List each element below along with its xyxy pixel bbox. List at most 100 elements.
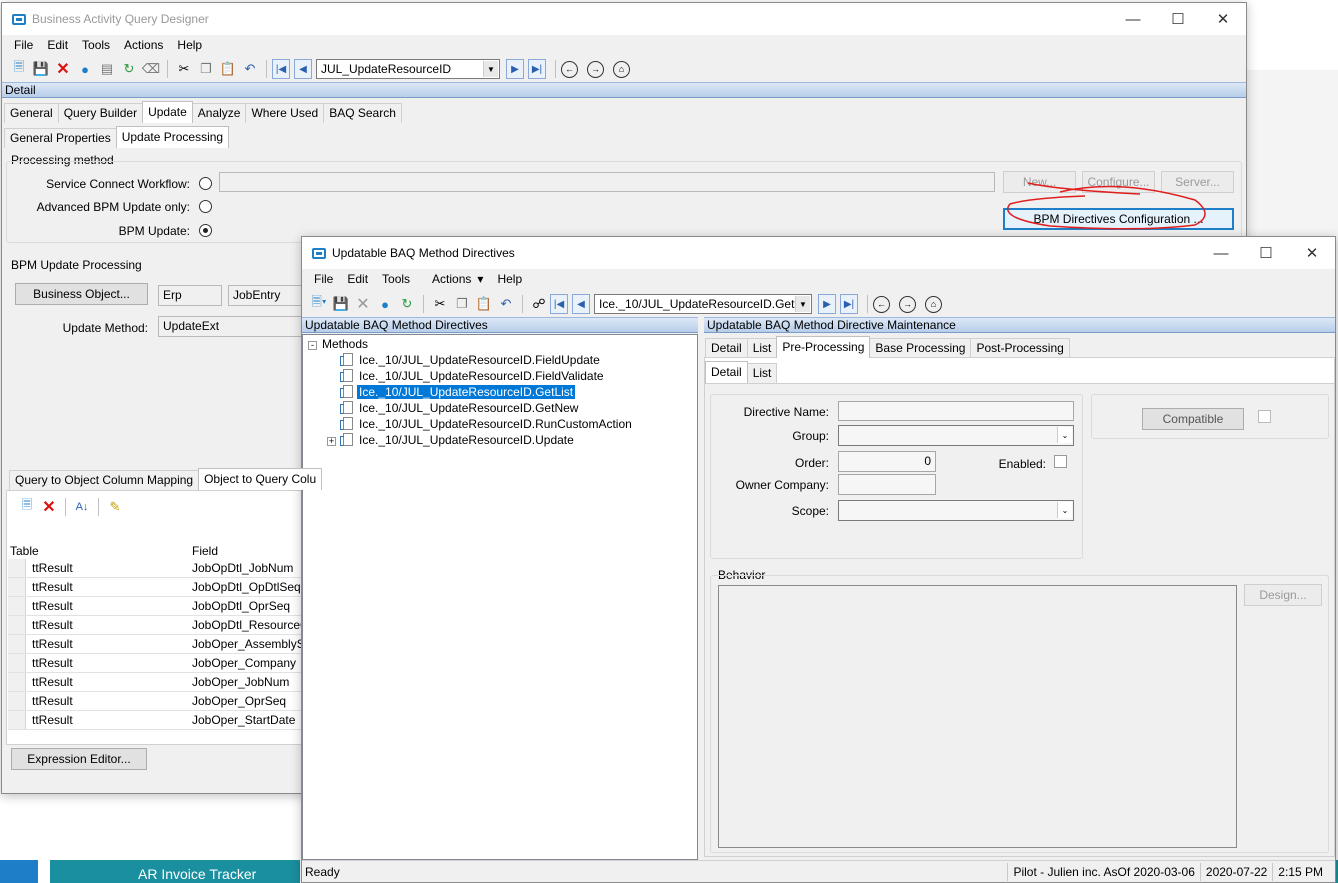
- back-icon[interactable]: ←: [873, 295, 890, 313]
- bpm-update-radio[interactable]: [199, 224, 212, 237]
- table-row[interactable]: ttResult JobOper_OprSeq: [8, 692, 308, 711]
- row-header[interactable]: [8, 692, 26, 710]
- table-row[interactable]: ttResult JobOpDtl_ResourceGr: [8, 616, 313, 635]
- chevron-down-icon[interactable]: ⌄: [1057, 427, 1072, 443]
- new-icon[interactable]: 🗏: [8, 58, 30, 80]
- taskbar-tile-ar-invoice[interactable]: AR Invoice Tracker: [50, 860, 300, 883]
- tab-query-builder[interactable]: Query Builder: [57, 103, 144, 123]
- row-header[interactable]: [8, 559, 26, 577]
- tab-analyze[interactable]: Analyze: [191, 103, 247, 123]
- scope-combo[interactable]: ⌄: [838, 500, 1074, 521]
- expand-icon[interactable]: +: [327, 437, 336, 446]
- order-field[interactable]: 0: [838, 451, 936, 472]
- compatible-checkbox[interactable]: [1258, 410, 1271, 423]
- tab-post-processing[interactable]: Post-Processing: [970, 338, 1070, 358]
- tab-query-to-object[interactable]: Query to Object Column Mapping: [9, 470, 200, 490]
- table-row[interactable]: ttResult JobOper_JobNum: [8, 673, 308, 692]
- menu-file[interactable]: File: [306, 272, 339, 286]
- last-record-icon[interactable]: ▶|: [528, 59, 546, 79]
- paste-icon[interactable]: 📋: [217, 58, 239, 80]
- maximize-icon[interactable]: ☐: [1243, 237, 1289, 269]
- tab-general-properties[interactable]: General Properties: [4, 128, 117, 148]
- directive-name-field[interactable]: [838, 401, 1074, 421]
- new-row-icon[interactable]: 🗏: [16, 496, 38, 518]
- tree-item[interactable]: Ice._10/JUL_UpdateResourceID.FieldUpdate: [340, 352, 600, 368]
- chevron-down-icon[interactable]: ▼: [483, 61, 498, 77]
- table-row[interactable]: ttResult JobOpDtl_OprSeq: [8, 597, 308, 616]
- delete-icon[interactable]: ✕: [352, 293, 374, 315]
- menu-actions[interactable]: Actions ▾: [416, 272, 489, 286]
- delete-icon[interactable]: ✕: [52, 58, 74, 80]
- tab-sub-detail[interactable]: Detail: [705, 361, 748, 383]
- minimize-icon[interactable]: —: [1198, 237, 1244, 269]
- chevron-down-icon[interactable]: ⌄: [1057, 502, 1072, 518]
- paste-icon[interactable]: 📋: [473, 293, 495, 315]
- tab-general[interactable]: General: [4, 103, 59, 123]
- row-header[interactable]: [8, 597, 26, 615]
- copy-icon[interactable]: ❐: [451, 293, 473, 315]
- forward-icon[interactable]: →: [899, 295, 916, 313]
- row-header[interactable]: [8, 711, 26, 729]
- row-header[interactable]: [8, 654, 26, 672]
- first-record-icon[interactable]: |◀: [550, 294, 568, 314]
- record-combo[interactable]: JUL_UpdateResourceID ▼: [316, 59, 500, 79]
- owner-company-field[interactable]: [838, 474, 936, 495]
- prev-record-icon[interactable]: ◀: [572, 294, 590, 314]
- design-button[interactable]: Design...: [1244, 584, 1322, 606]
- save-icon[interactable]: 💾: [330, 293, 352, 315]
- tree-item[interactable]: Ice._10/JUL_UpdateResourceID.FieldValida…: [340, 368, 604, 384]
- back-icon[interactable]: ←: [561, 60, 578, 78]
- maximize-icon[interactable]: ☐: [1155, 3, 1201, 35]
- table-row[interactable]: ttResult JobOper_StartDate: [8, 711, 308, 730]
- tab-base-processing[interactable]: Base Processing: [869, 338, 972, 358]
- menu-actions[interactable]: Actions: [116, 38, 169, 52]
- menu-edit[interactable]: Edit: [339, 272, 374, 286]
- minimize-icon[interactable]: —: [1110, 3, 1156, 35]
- cut-icon[interactable]: ✂: [429, 293, 451, 315]
- table-row[interactable]: ttResult JobOper_Company: [8, 654, 308, 673]
- tab-detail[interactable]: Detail: [705, 338, 748, 358]
- edit-grid-icon[interactable]: ✎: [104, 496, 126, 518]
- next-record-icon[interactable]: ▶: [818, 294, 836, 314]
- menu-tools[interactable]: Tools: [374, 272, 416, 286]
- enabled-checkbox[interactable]: [1054, 455, 1067, 468]
- forward-icon[interactable]: →: [587, 60, 604, 78]
- refresh-icon[interactable]: ↻: [118, 58, 140, 80]
- save-icon[interactable]: 💾: [30, 58, 52, 80]
- menu-file[interactable]: File: [6, 38, 39, 52]
- search-icon[interactable]: ☍: [528, 293, 550, 315]
- refresh-icon[interactable]: ↻: [396, 293, 418, 315]
- menu-help[interactable]: Help: [169, 38, 208, 52]
- chevron-down-icon[interactable]: ▼: [795, 296, 810, 312]
- tab-pre-processing[interactable]: Pre-Processing: [776, 336, 871, 358]
- row-header[interactable]: [8, 673, 26, 691]
- clear-icon[interactable]: ⌫: [140, 58, 162, 80]
- prev-record-icon[interactable]: ◀: [294, 59, 312, 79]
- tab-object-to-query[interactable]: Object to Query Colu: [198, 468, 323, 490]
- tab-baq-search[interactable]: BAQ Search: [323, 103, 402, 123]
- home-icon[interactable]: ⌂: [613, 60, 630, 78]
- tab-sub-list[interactable]: List: [746, 363, 778, 383]
- row-header[interactable]: [8, 616, 26, 634]
- tree-item[interactable]: + Ice._10/JUL_UpdateResourceID.Update: [327, 432, 574, 448]
- record-combo[interactable]: Ice._10/JUL_UpdateResourceID.GetLi ▼: [594, 294, 812, 314]
- advanced-bpm-radio[interactable]: [199, 200, 212, 213]
- taskbar-tile-left[interactable]: [0, 860, 38, 883]
- tree-item-selected[interactable]: Ice._10/JUL_UpdateResourceID.GetList: [340, 384, 576, 400]
- next-record-icon[interactable]: ▶: [506, 59, 524, 79]
- tab-list[interactable]: List: [746, 338, 778, 358]
- copy-icon[interactable]: ❐: [195, 58, 217, 80]
- table-row[interactable]: ttResult JobOper_AssemblySe: [8, 635, 311, 654]
- cut-icon[interactable]: ✂: [173, 58, 195, 80]
- first-record-icon[interactable]: |◀: [272, 59, 290, 79]
- last-record-icon[interactable]: ▶|: [840, 294, 858, 314]
- group-combo[interactable]: ⌄: [838, 425, 1074, 446]
- tree-root[interactable]: - Methods: [308, 336, 368, 352]
- tree-item[interactable]: Ice._10/JUL_UpdateResourceID.RunCustomAc…: [340, 416, 632, 432]
- table-row[interactable]: ttResult JobOpDtl_OpDtlSeq: [8, 578, 308, 597]
- tab-update-processing[interactable]: Update Processing: [115, 126, 230, 148]
- menu-edit[interactable]: Edit: [39, 38, 74, 52]
- delete-row-icon[interactable]: ✕: [38, 496, 60, 518]
- home-icon[interactable]: ⌂: [925, 295, 942, 313]
- memo-icon[interactable]: ●: [374, 293, 396, 315]
